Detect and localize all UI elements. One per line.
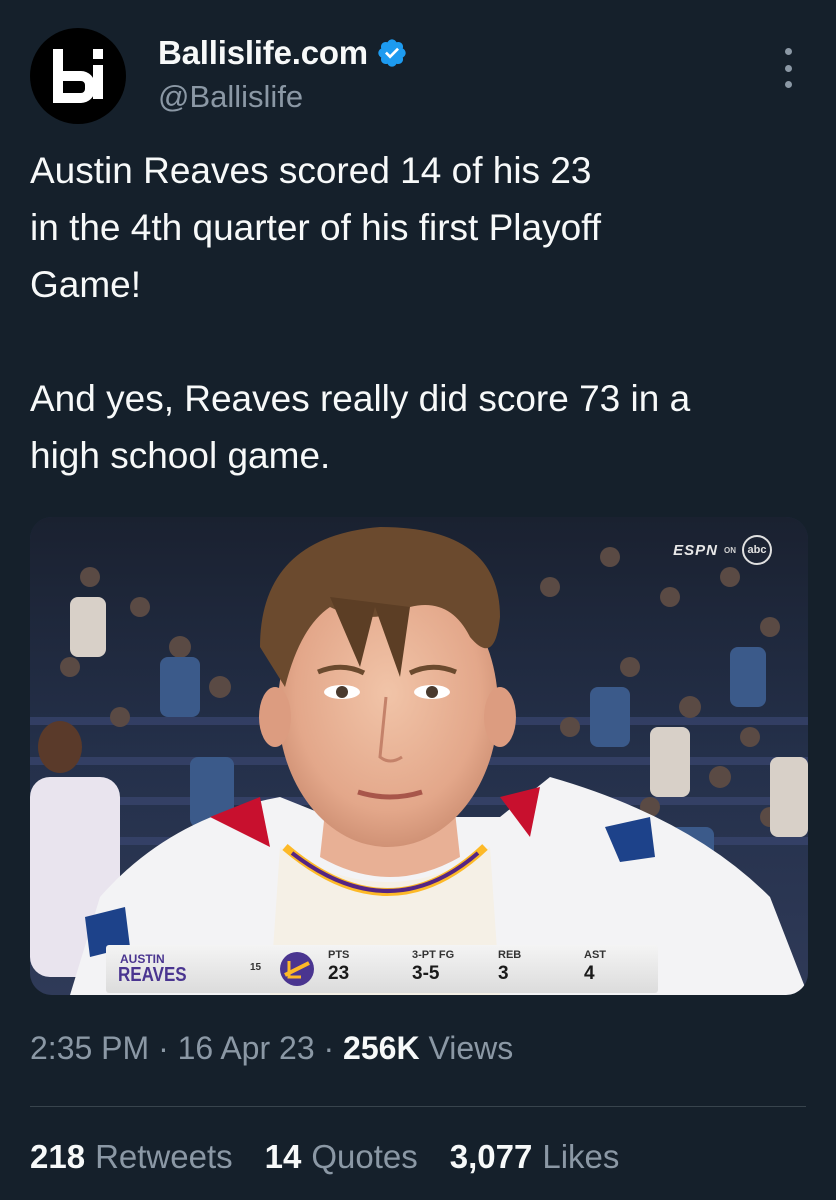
stat-reb-value: 3 [498,963,509,984]
retweets-stat[interactable]: 218 Retweets [30,1138,233,1176]
player-last-name: REAVES [118,964,187,986]
views-label: Views [428,1030,514,1066]
abc-logo: abc [742,535,772,565]
stat-ast-value: 4 [584,963,595,984]
stat-pts: PTS 23 [328,949,349,985]
likes-stat[interactable]: 3,077 Likes [450,1138,620,1176]
stat-pts-value: 23 [328,963,350,984]
author-avatar[interactable] [30,28,126,124]
likes-count: 3,077 [449,1138,533,1175]
tweet-meta: 2:35 PM · 16 Apr 23 · 256K Views [30,1030,513,1067]
divider [30,1106,806,1107]
views-count: 256K [343,1030,420,1066]
tweet: Ballislife.com @Ballislife Austin Reaves… [0,0,836,1200]
stat-ast-label: AST [584,949,606,961]
stat-reb: REB 3 [498,949,521,985]
quotes-label: Quotes [311,1138,418,1175]
tweet-media[interactable]: ESPN ON abc AUSTIN REAVES 15 PTS 23 3-PT… [30,517,808,995]
retweets-count: 218 [30,1138,86,1175]
author-display-name[interactable]: Ballislife.com [158,34,368,72]
tweet-text: Austin Reaves scored 14 of his 23 in the… [30,150,691,476]
tweet-time[interactable]: 2:35 PM [30,1030,149,1066]
lakers-logo-icon [280,952,314,986]
tweet-date[interactable]: 16 Apr 23 [178,1030,315,1066]
quotes-stat[interactable]: 14 Quotes [265,1138,418,1176]
meta-separator: · [158,1030,169,1066]
stat-3pt-value: 3-5 [412,963,440,984]
stat-ast: AST 4 [584,949,606,985]
author-handle[interactable]: @Ballislife [158,79,303,115]
player-scorebug: AUSTIN REAVES 15 PTS 23 3-PT FG 3-5 REB … [106,945,658,993]
player-jersey-number: 15 [250,962,262,973]
broadcast-on-label: ON [724,545,736,555]
verified-badge-icon [378,39,406,67]
engagement-stats: 218 Retweets 14 Quotes 3,077 Likes [30,1138,651,1176]
stat-pts-label: PTS [328,949,350,961]
quotes-count: 14 [264,1138,302,1175]
author-name-row: Ballislife.com [158,34,408,72]
espn-logo: ESPN [673,541,718,559]
stat-3pt-label: 3-PT FG [412,949,455,961]
ballislife-logo-icon [53,49,103,103]
broadcast-logo: ESPN ON abc [673,535,772,565]
more-options-icon[interactable] [775,48,801,88]
likes-label: Likes [542,1138,620,1175]
meta-separator: · [323,1030,335,1066]
stat-reb-label: REB [498,949,522,961]
media-photo [30,517,808,995]
retweets-label: Retweets [95,1138,233,1175]
stat-3pt: 3-PT FG 3-5 [412,949,454,985]
